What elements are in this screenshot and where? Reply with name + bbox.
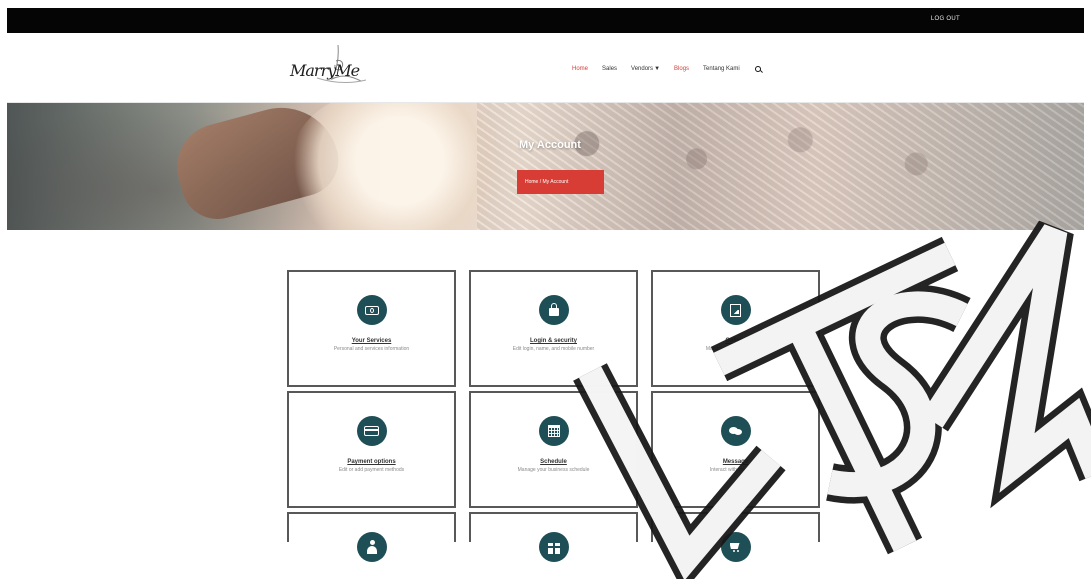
gift-icon (546, 539, 561, 554)
breadcrumb[interactable]: Home / My Account (517, 170, 604, 194)
icon-circle (538, 532, 569, 562)
credit-card-icon (364, 426, 379, 436)
card-description: Interact with your client (709, 467, 762, 473)
card-description: Manage your photo gallery (705, 346, 766, 352)
card-title[interactable]: Gallery (653, 338, 818, 344)
menu-sales[interactable]: Sales (602, 66, 617, 72)
icon-circle (538, 416, 569, 446)
card-description: Edit or add payment methods (338, 467, 405, 473)
card-title[interactable]: Message (653, 459, 818, 465)
image-icon (730, 303, 741, 317)
site-logo[interactable]: MarryMe (283, 44, 395, 87)
page-title: My Account (519, 139, 581, 151)
account-card-payment-options[interactable]: Payment options Edit or add payment meth… (287, 391, 456, 508)
icon-circle (356, 532, 387, 562)
icon-circle (356, 295, 387, 325)
card-description: Personal and services information (333, 346, 410, 352)
menu-blogs[interactable]: Blogs (674, 66, 689, 72)
menu-vendors-label: Vendors (631, 66, 654, 72)
menu-vendors[interactable]: Vendors▼ (631, 66, 660, 72)
card-description: Edit login, name, and mobile number (512, 346, 595, 352)
user-icon (366, 540, 377, 554)
hero-lace-texture (477, 103, 1084, 230)
menu-about[interactable]: Tentang Kami (703, 66, 740, 72)
icon-circle (720, 532, 751, 562)
card-description: Manage your business schedule (517, 467, 590, 473)
icon-circle (538, 295, 569, 325)
main-menu: Home Sales Vendors▼ Blogs Tentang Kami (572, 65, 763, 73)
money-icon (364, 305, 379, 315)
chevron-down-icon: ▼ (654, 66, 661, 72)
cart-icon (729, 542, 743, 552)
account-card-profile[interactable] (287, 512, 456, 562)
icon-circle (356, 416, 387, 446)
card-title[interactable]: Schedule (471, 459, 636, 465)
card-title[interactable]: Your Services (289, 338, 454, 344)
calendar-icon (547, 425, 560, 437)
account-options-grid: Your Services Personal and services info… (287, 270, 821, 562)
navigation-bar: MarryMe Home Sales Vendors▼ Blogs Tentan… (7, 33, 1084, 103)
chat-icon (728, 426, 743, 436)
menu-home[interactable]: Home (572, 66, 588, 72)
icon-circle (720, 295, 751, 325)
account-card-login-security[interactable]: Login & security Edit login, name, and m… (469, 270, 638, 387)
account-card-gifts[interactable] (469, 512, 638, 562)
account-card-message[interactable]: Message Interact with your client (651, 391, 820, 508)
top-bar: LOG OUT (7, 8, 1084, 33)
hero-banner: My Account Home / My Account (7, 103, 1084, 230)
card-title[interactable]: Login & security (471, 338, 636, 344)
account-card-schedule[interactable]: Schedule Manage your business schedule (469, 391, 638, 508)
logout-link[interactable]: LOG OUT (931, 16, 960, 22)
icon-circle (720, 416, 751, 446)
card-title[interactable]: Payment options (289, 459, 454, 465)
account-card-your-services[interactable]: Your Services Personal and services info… (287, 270, 456, 387)
account-card-orders[interactable] (651, 512, 820, 562)
logo-text: MarryMe (290, 61, 360, 80)
lock-icon (548, 303, 559, 316)
account-card-gallery[interactable]: Gallery Manage your photo gallery (651, 270, 820, 387)
search-icon[interactable] (754, 65, 763, 73)
